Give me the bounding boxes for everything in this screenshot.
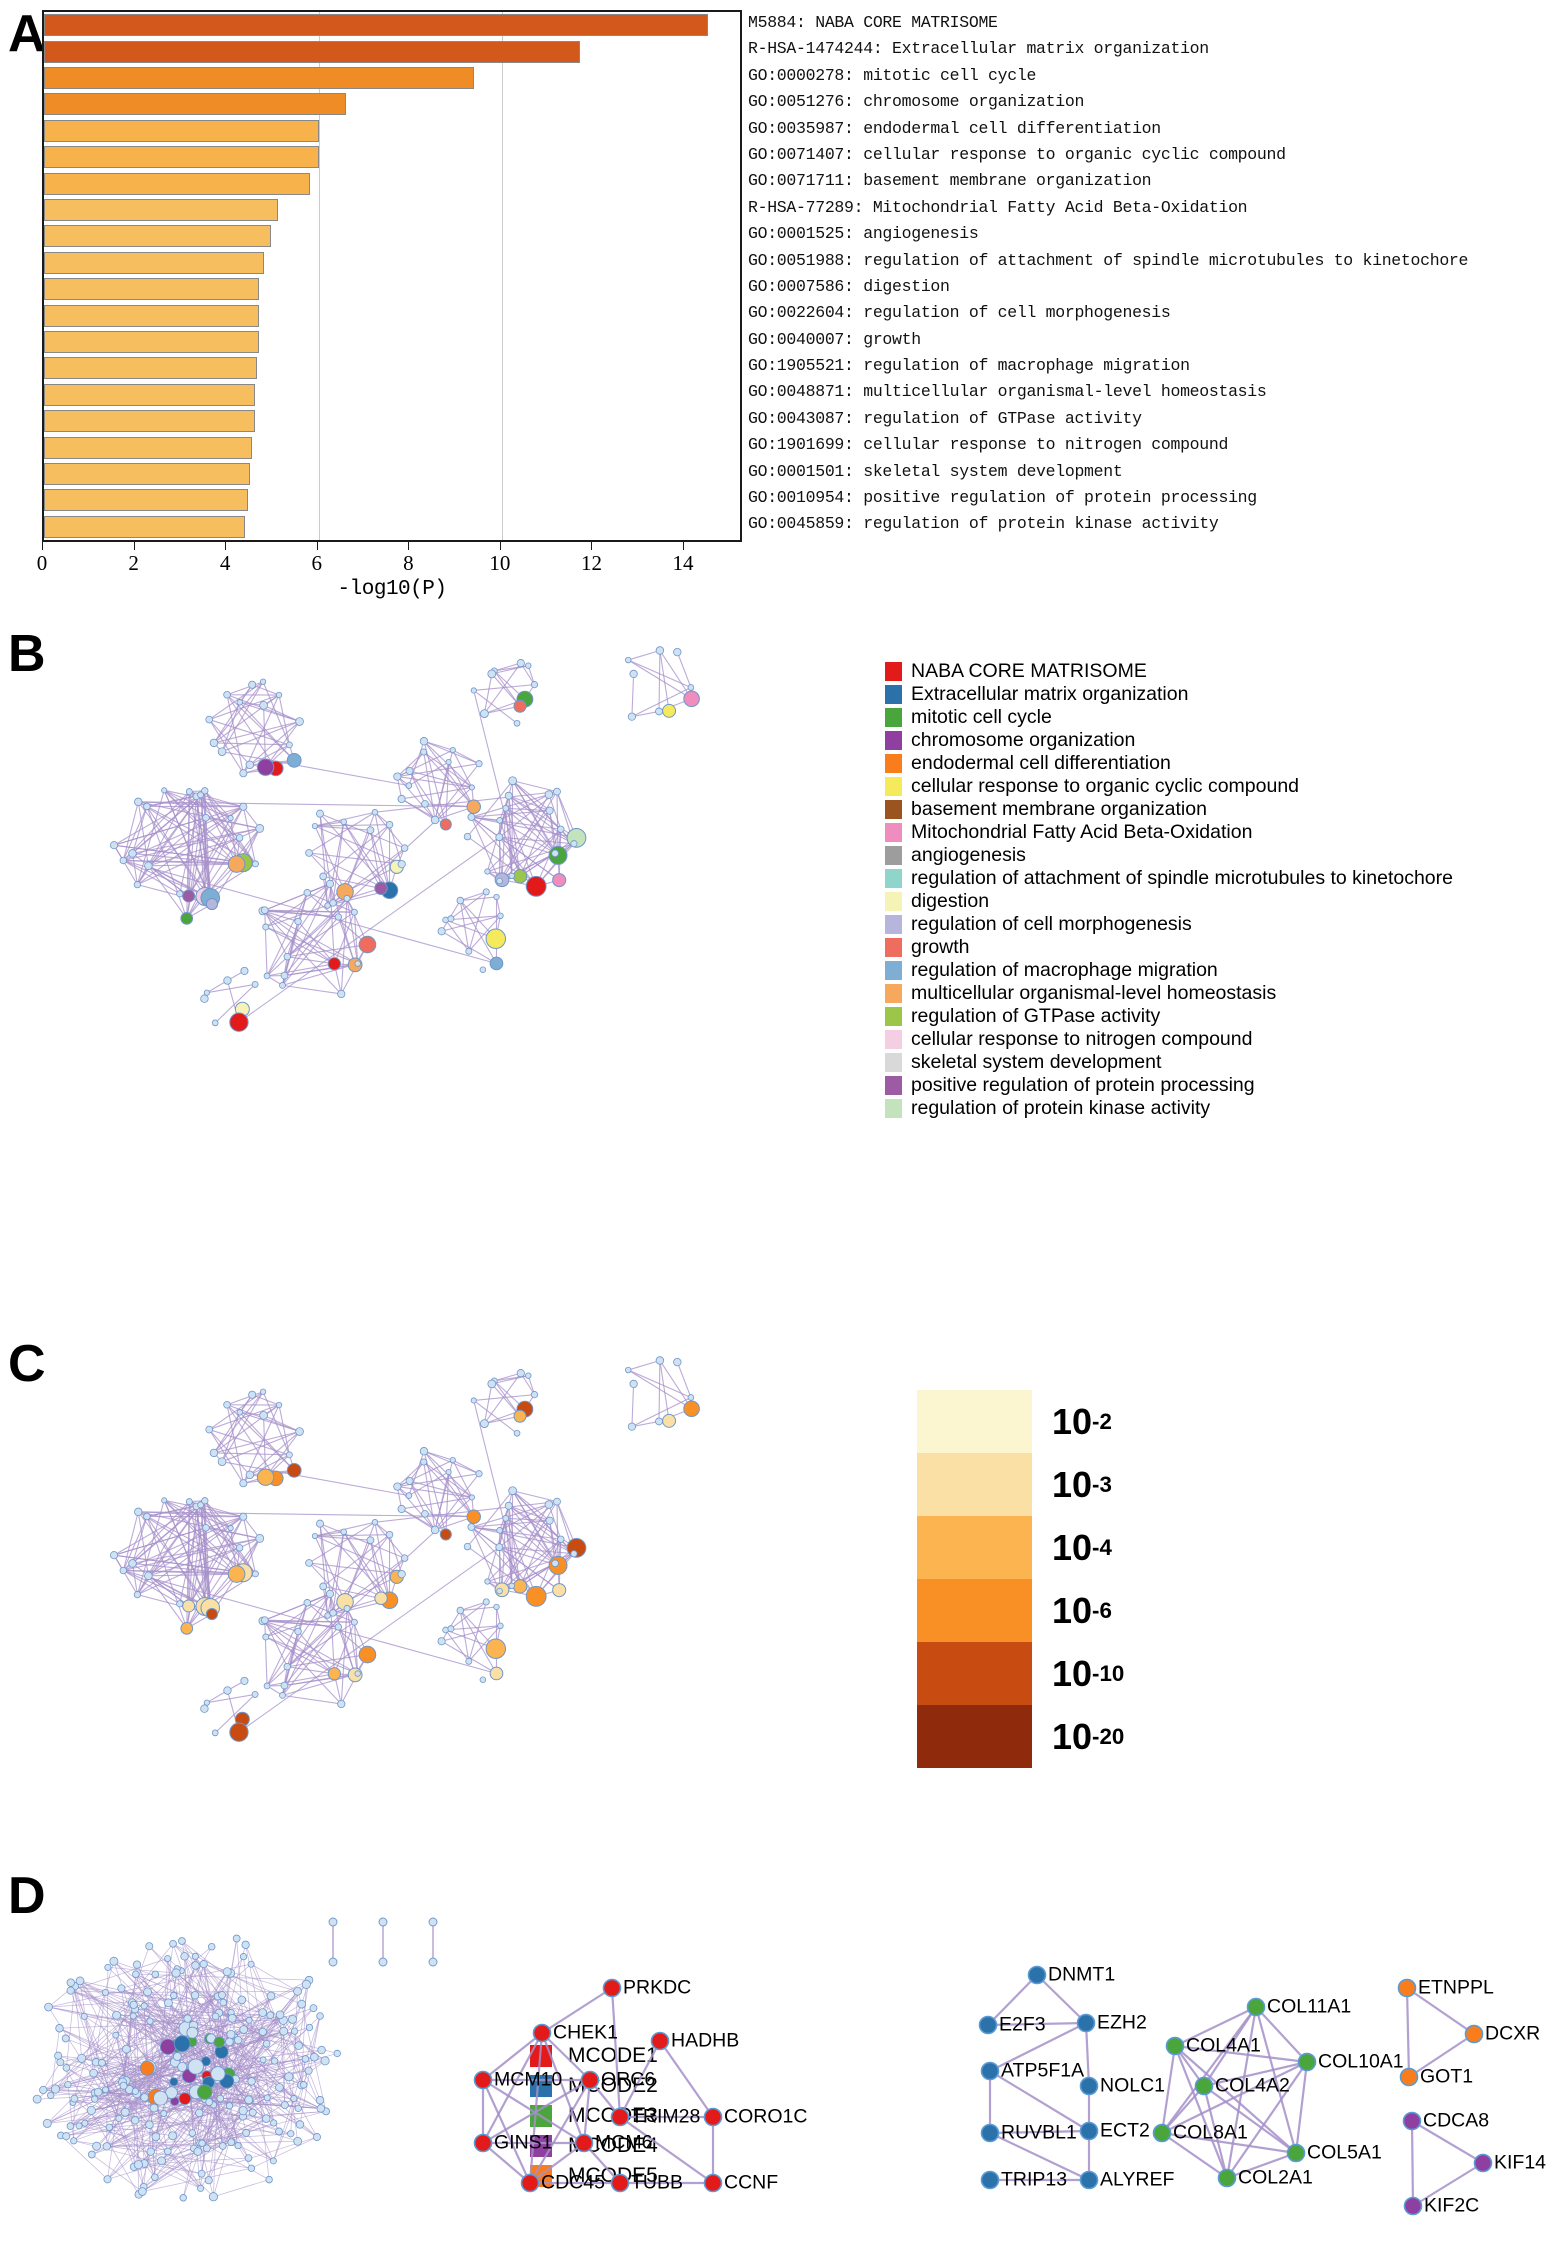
gene-node-label: NOLC1 (1100, 2074, 1166, 2097)
gene-node-label: CHEK1 (553, 2021, 619, 2044)
gene-node-label: COL10A1 (1318, 2050, 1404, 2073)
gene-node-label: ATP5F1A (1001, 2059, 1085, 2082)
gene-node-label: TRIM28 (631, 2105, 701, 2128)
gene-node-label: E2F3 (999, 2013, 1046, 2036)
gene-node-label: COL11A1 (1267, 1995, 1352, 2018)
gene-node-label: KIF14 (1494, 2151, 1547, 2174)
gene-node-label: GOT1 (1420, 2065, 1474, 2088)
gene-node-label: TRIP13 (1001, 2168, 1068, 2191)
gene-node-label: DCXR (1485, 2022, 1541, 2045)
gene-node-label: MCM6 (595, 2131, 653, 2154)
gene-node-label: ECT2 (1100, 2119, 1150, 2142)
gene-node-label: COL8A1 (1173, 2121, 1248, 2144)
gene-node-label: PRKDC (623, 1976, 692, 1999)
gene-node-label: KIF2C (1424, 2194, 1480, 2217)
gene-node-label: CDCA8 (1423, 2109, 1490, 2132)
gene-node-label: HADHB (671, 2029, 740, 2052)
gene-node-label: ORC6 (601, 2068, 656, 2091)
gene-node-label: ETNPPL (1418, 1976, 1494, 1999)
gene-node-label: EZH2 (1097, 2011, 1147, 2034)
panel-d-mcode-clusters (473, 1965, 1493, 2216)
gene-node-label: RUVBL1 (1001, 2121, 1077, 2144)
gene-node-label: MCM10 (494, 2068, 563, 2091)
gene-node-label: COL4A2 (1215, 2074, 1290, 2097)
gene-node-label: TUBB (631, 2171, 684, 2194)
gene-node-label: CORO1C (724, 2105, 808, 2128)
gene-node-label: COL4A1 (1186, 2034, 1261, 2057)
gene-node-label: GINS1 (494, 2131, 553, 2154)
gene-node-label: DNMT1 (1048, 1963, 1116, 1986)
gene-node-label: COL5A1 (1307, 2141, 1382, 2164)
gene-node-label: CDC45 (541, 2171, 605, 2194)
gene-node-label: ALYREF (1100, 2168, 1175, 2191)
gene-node-label: COL2A1 (1238, 2166, 1313, 2189)
gene-node-label: CCNF (724, 2171, 779, 2194)
